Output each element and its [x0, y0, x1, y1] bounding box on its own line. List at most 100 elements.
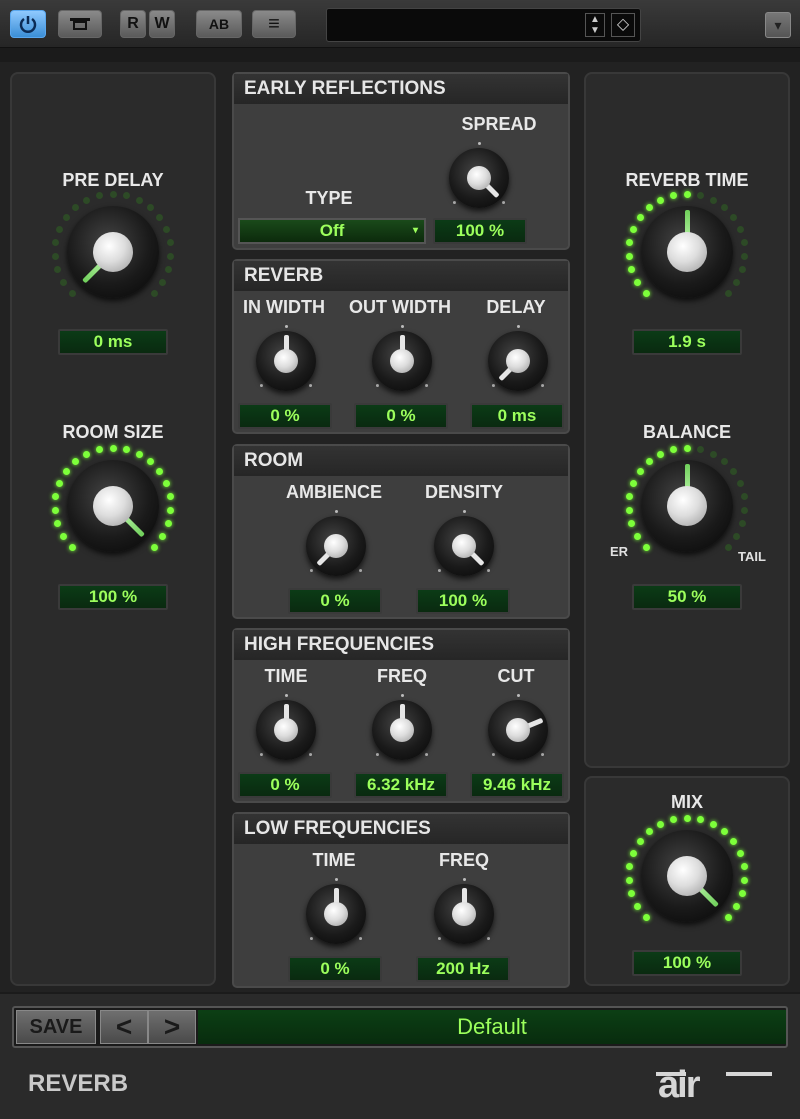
knob-led	[625, 877, 633, 885]
knob-tick	[400, 693, 404, 697]
hf-freq-value[interactable]: 6.32 kHz	[354, 772, 448, 798]
knob-led	[741, 253, 749, 261]
knob-led	[724, 289, 732, 297]
preset-stepper[interactable]: ▲ ▼	[585, 13, 605, 37]
knob-led	[156, 468, 164, 476]
hf-time-value[interactable]: 0 %	[238, 772, 332, 798]
preset-bar: SAVE < > Default	[12, 1006, 788, 1048]
reverb-time-value[interactable]: 1.9 s	[632, 329, 742, 355]
knob-led	[52, 239, 60, 247]
knob-led	[738, 266, 746, 274]
lf-freq-label: FREQ	[438, 850, 489, 870]
knob-tick	[502, 201, 506, 205]
knob-body	[67, 460, 159, 552]
knob-led	[629, 480, 637, 488]
next-preset-button[interactable]: >	[148, 1010, 196, 1044]
knob-led	[636, 468, 644, 476]
out-width-value[interactable]: 0 %	[354, 403, 448, 429]
knob-tick	[487, 569, 491, 573]
knob-cap	[390, 718, 414, 742]
save-button[interactable]: SAVE	[16, 1010, 96, 1044]
svg-text:air: air	[658, 1064, 701, 1104]
knob-led	[628, 520, 636, 528]
knob-body	[641, 830, 733, 922]
balance-value[interactable]: 50 %	[632, 584, 742, 610]
knob-led	[657, 820, 665, 828]
knob-led	[626, 239, 634, 247]
preset-selector[interactable]: ▲ ▼ ◇	[326, 8, 641, 42]
previous-preset-button[interactable]: <	[100, 1010, 148, 1044]
knob-led	[683, 190, 691, 198]
knob-body	[306, 884, 366, 944]
in-width-value[interactable]: 0 %	[238, 403, 332, 429]
pre-delay-value[interactable]: 0 ms	[58, 329, 168, 355]
lf-time-value[interactable]: 0 %	[288, 956, 382, 982]
list-button[interactable]: ≡	[252, 10, 296, 38]
knob-led	[626, 493, 634, 501]
knob-cap	[667, 232, 707, 272]
knob-tick	[309, 384, 313, 388]
knob-tick	[491, 753, 495, 757]
knob-led	[669, 192, 677, 200]
write-automation-button[interactable]: W	[149, 10, 175, 38]
knob-tick	[477, 141, 481, 145]
knob-led	[709, 450, 717, 458]
power-button[interactable]	[10, 10, 46, 38]
knob-tick	[284, 693, 288, 697]
density-value[interactable]: 100 %	[416, 588, 510, 614]
knob-body	[488, 700, 548, 760]
knob-cap	[324, 534, 348, 558]
knob-led	[150, 289, 158, 297]
compare-button[interactable]	[58, 10, 102, 38]
knob-tick	[334, 877, 338, 881]
knob-led	[123, 192, 131, 200]
knob-tick	[375, 384, 379, 388]
balance-tail-tag: TAIL	[738, 549, 766, 564]
ab-compare-button[interactable]: AB	[196, 10, 242, 38]
preset-browse-icon[interactable]: ◇	[611, 13, 635, 37]
knob-led	[709, 196, 717, 204]
knob-tick	[462, 877, 466, 881]
knob-led	[730, 468, 738, 476]
knob-led	[60, 278, 68, 286]
balance-label: BALANCE	[643, 422, 731, 442]
knob-led	[68, 289, 76, 297]
preset-name-display[interactable]: Default	[198, 1010, 786, 1044]
reverb-time-label: REVERB TIME	[625, 170, 749, 190]
knob-led	[109, 190, 117, 198]
read-automation-button[interactable]: R	[120, 10, 146, 38]
high-frequencies-section: HIGH FREQUENCIES TIME FREQ CUT 0 % 6.32 …	[232, 628, 570, 803]
balance-er-tag: ER	[610, 544, 629, 559]
spread-value[interactable]: 100 %	[433, 218, 527, 244]
knob-led	[645, 204, 653, 212]
power-icon	[19, 16, 37, 33]
knob-led	[634, 902, 642, 910]
knob-led	[628, 266, 636, 274]
ambience-label: AMBIENCE	[285, 482, 382, 502]
knob-led	[625, 253, 633, 261]
menu-dropdown-button[interactable]: ▾	[765, 12, 791, 38]
type-dropdown[interactable]: Off ▾	[238, 218, 426, 244]
ambience-value[interactable]: 0 %	[288, 588, 382, 614]
mix-value[interactable]: 100 %	[632, 950, 742, 976]
knob-led	[740, 239, 748, 247]
knob-led	[737, 480, 745, 488]
knob-led	[683, 444, 691, 452]
knob-cap	[467, 166, 491, 190]
knob-led	[642, 913, 650, 921]
knob-led	[740, 863, 748, 871]
hf-time-label: TIME	[264, 666, 308, 686]
knob-cap	[274, 718, 298, 742]
knob-cap	[93, 232, 133, 272]
hf-cut-value[interactable]: 9.46 kHz	[470, 772, 564, 798]
delay-value[interactable]: 0 ms	[470, 403, 564, 429]
knob-led	[709, 820, 717, 828]
knob-tick	[541, 753, 545, 757]
knob-tick	[309, 753, 313, 757]
knob-body	[449, 148, 509, 208]
room-size-value[interactable]: 100 %	[58, 584, 168, 610]
lf-freq-value[interactable]: 200 Hz	[416, 956, 510, 982]
knob-led	[54, 266, 62, 274]
knob-led	[737, 850, 745, 858]
knob-tick	[452, 201, 456, 205]
